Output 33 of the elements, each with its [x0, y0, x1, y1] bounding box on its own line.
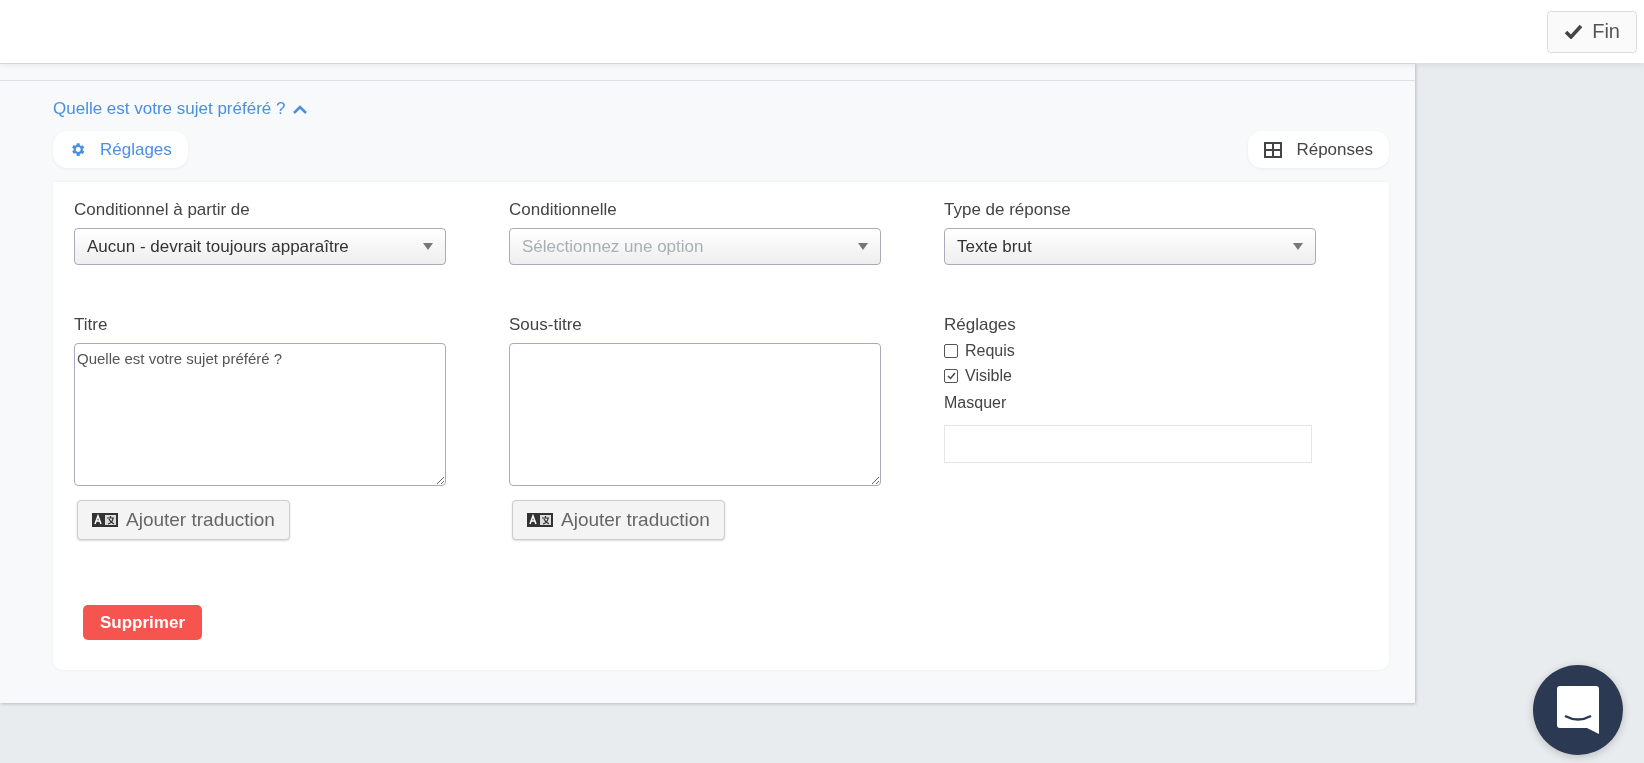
select-field[interactable]: Texte brut [944, 228, 1316, 265]
field-label: Conditionnelle [509, 200, 618, 220]
settings-button[interactable]: Réglages [53, 131, 188, 168]
checkbox-label: Requis [965, 342, 1015, 360]
dropdown-caret-icon [858, 243, 868, 250]
field-label: Conditionnel à partir de [74, 200, 251, 220]
field-label: Type de réponse [944, 200, 1072, 220]
text-area[interactable]: Quelle est votre sujet préféré ? [74, 343, 446, 486]
field-label: Sous-titre [509, 315, 583, 335]
translate-icon [527, 513, 553, 527]
checkbox[interactable] [944, 369, 958, 383]
input-field[interactable] [944, 425, 1312, 463]
check-icon [1564, 24, 1584, 39]
table-icon [1264, 141, 1283, 158]
question-toggle[interactable]: Quelle est votre sujet préféré ? [53, 99, 308, 119]
answers-button[interactable]: Réponses [1248, 131, 1389, 168]
delete-button[interactable]: Supprimer [83, 605, 203, 640]
settings-label: Réglages [944, 315, 1017, 335]
dropdown-caret-icon [1293, 243, 1303, 250]
done-button[interactable]: Fin [1547, 10, 1637, 53]
chat-button[interactable] [1533, 665, 1623, 755]
checkbox[interactable] [944, 344, 958, 358]
add-translation-button[interactable]: Ajouter traduction [77, 500, 290, 540]
field-label: Titre [74, 315, 109, 335]
settings-icon [69, 141, 86, 158]
checkbox-label: Visible [965, 367, 1012, 385]
add-translation-button[interactable]: Ajouter traduction [512, 500, 725, 540]
field-label: Masquer [944, 394, 1008, 412]
translate-icon [92, 513, 118, 527]
select-field[interactable]: Aucun - devrait toujours apparaître [74, 228, 446, 265]
dropdown-caret-icon [423, 243, 433, 250]
chevron-icon [293, 104, 308, 114]
chat-icon [1557, 686, 1599, 734]
